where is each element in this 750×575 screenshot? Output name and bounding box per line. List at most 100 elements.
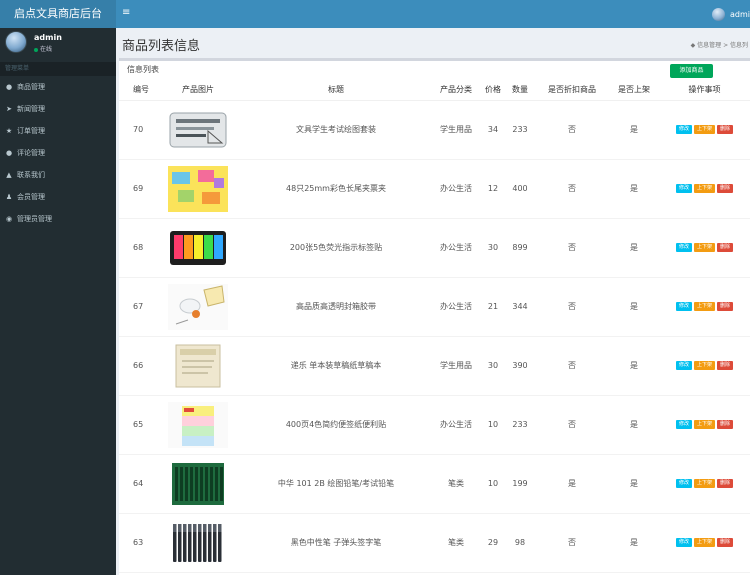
cell-id: 66 (119, 336, 155, 396)
cell-id: 65 (119, 395, 155, 455)
delete-button[interactable]: 删除 (717, 479, 734, 488)
cell-image (155, 395, 241, 455)
toggle-shelf-button[interactable]: 上下架 (693, 184, 715, 193)
cell-qty: 390 (505, 336, 535, 396)
cell-title: 递乐 单本装草稿纸草稿本 (241, 336, 431, 396)
delete-button[interactable]: 删除 (717, 538, 734, 547)
product-thumbnail[interactable] (168, 225, 228, 271)
top-avatar (712, 8, 725, 21)
sidebar-item-label: 管理员管理 (17, 215, 52, 223)
col-header-title: 标题 (241, 80, 431, 101)
table-header-row: 编号 产品图片 标题 产品分类 价格 数量 是否折扣商品 是否上架 操作事项 (119, 80, 750, 101)
table-row: 68 200张5色荧光指示标签贴 办公生活 30 899 否是修改 上下架 删除 (119, 218, 750, 278)
sidebar-item-products[interactable]: ● 商品管理 (0, 76, 116, 98)
sidebar-item-label: 评论管理 (17, 149, 45, 157)
brand-title[interactable]: 启点文具商店后台 (0, 0, 116, 28)
product-thumbnail[interactable] (168, 283, 228, 330)
delete-button[interactable]: 删除 (717, 125, 734, 134)
product-table: 编号 产品图片 标题 产品分类 价格 数量 是否折扣商品 是否上架 操作事项 7… (119, 80, 750, 573)
delete-button[interactable]: 删除 (717, 420, 734, 429)
cell-actions: 修改 上下架 删除 (659, 454, 750, 514)
cell-actions: 修改 上下架 删除 (659, 100, 750, 160)
sidebar-item-comments[interactable]: ● 评论管理 (0, 142, 116, 164)
table-row: 65 400页4色简约便签纸便利贴 办公生活 10 233 否是修改 上下架 删除 (119, 395, 750, 455)
cell-category: 办公生活 (431, 277, 481, 337)
edit-button[interactable]: 修改 (675, 420, 692, 429)
edit-button[interactable]: 修改 (675, 125, 692, 134)
cell-discount: 否 (535, 100, 609, 160)
product-thumbnail[interactable] (168, 519, 228, 566)
cell-discount: 否 (535, 277, 609, 337)
edit-button[interactable]: 修改 (675, 538, 692, 547)
sidebar-item-label: 新闻管理 (17, 105, 45, 113)
toggle-shelf-button[interactable]: 上下架 (693, 479, 715, 488)
delete-button[interactable]: 删除 (717, 184, 734, 193)
cell-image (155, 218, 241, 278)
table-row: 63 黑色中性笔 子弹头签字笔 笔类 29 98 否是修改 上下架 删除 (119, 513, 750, 573)
cell-image (155, 454, 241, 514)
edit-button[interactable]: 修改 (675, 243, 692, 252)
breadcrumb[interactable]: ◆ 信息管理 > 信息列 (691, 40, 748, 49)
cell-title: 中华 101 2B 绘图铅笔/考试铅笔 (241, 454, 431, 514)
cell-qty: 233 (505, 395, 535, 455)
cell-onsale: 是 (609, 513, 659, 573)
cell-image (155, 277, 241, 337)
sidebar-item-news[interactable]: ➤ 新闻管理 (0, 98, 116, 120)
cell-actions: 修改 上下架 删除 (659, 395, 750, 455)
delete-button[interactable]: 删除 (717, 361, 734, 370)
top-user-menu[interactable]: admi (712, 8, 750, 21)
sidebar-item-orders[interactable]: ★ 订单管理 (0, 120, 116, 142)
add-product-button[interactable]: 添加商品 (670, 64, 713, 78)
edit-button[interactable]: 修改 (675, 361, 692, 370)
user-status-text: 在线 (40, 46, 53, 53)
sidebar: 启点文具商店后台 admin 在线 管理菜单 ● 商品管理 ➤ 新闻管理 ★ 订单管理… (0, 0, 116, 575)
sidebar-item-label: 联系我们 (17, 171, 45, 179)
user-panel: admin 在线 (0, 28, 116, 62)
cell-price: 21 (481, 277, 505, 337)
cell-discount: 否 (535, 336, 609, 396)
cell-id: 63 (119, 513, 155, 573)
sidebar-item-admins[interactable]: ◉ 管理员管理 (0, 208, 116, 230)
product-thumbnail[interactable] (168, 401, 228, 448)
product-thumbnail[interactable] (168, 165, 228, 212)
product-thumbnail[interactable] (168, 107, 228, 153)
col-header-price: 价格 (481, 80, 505, 101)
product-thumbnail[interactable] (168, 461, 228, 507)
cell-category: 笔类 (431, 454, 481, 514)
col-header-actions: 操作事项 (659, 80, 750, 101)
cell-category: 办公生活 (431, 218, 481, 278)
cell-discount: 否 (535, 218, 609, 278)
sidebar-item-label: 商品管理 (17, 83, 45, 91)
cell-qty: 899 (505, 218, 535, 278)
sidebar-item-contact[interactable]: ▲ 联系我们 (0, 164, 116, 186)
product-list-box: 信息列表 添加商品 编号 产品图片 标题 产品分类 价格 数量 是否折扣商品 是… (119, 58, 750, 575)
cell-image (155, 513, 241, 573)
comment-icon: ● (5, 149, 13, 157)
table-row: 70 文具学生考试绘图套装 学生用品 34 233 否是修改 上下架 删除 (119, 100, 750, 160)
toggle-shelf-button[interactable]: 上下架 (693, 361, 715, 370)
cell-category: 学生用品 (431, 100, 481, 160)
sidebar-item-members[interactable]: ♟ 会员管理 (0, 186, 116, 208)
cell-price: 12 (481, 159, 505, 219)
edit-button[interactable]: 修改 (675, 184, 692, 193)
cell-price: 34 (481, 100, 505, 160)
sidebar-toggle-icon[interactable]: ≡ (122, 7, 130, 18)
toggle-shelf-button[interactable]: 上下架 (693, 302, 715, 311)
toggle-shelf-button[interactable]: 上下架 (693, 420, 715, 429)
cell-qty: 199 (505, 454, 535, 514)
cell-title: 文具学生考试绘图套装 (241, 100, 431, 160)
toggle-shelf-button[interactable]: 上下架 (693, 243, 715, 252)
toggle-shelf-button[interactable]: 上下架 (693, 125, 715, 134)
cell-discount: 否 (535, 513, 609, 573)
edit-button[interactable]: 修改 (675, 302, 692, 311)
table-row: 69 48只25mm彩色长尾夹票夹 办公生活 12 400 否是修改 上下架 删除 (119, 159, 750, 219)
toggle-shelf-button[interactable]: 上下架 (693, 538, 715, 547)
edit-button[interactable]: 修改 (675, 479, 692, 488)
col-header-image: 产品图片 (155, 80, 241, 101)
delete-button[interactable]: 删除 (717, 243, 734, 252)
table-row: 67 高品质高透明封箱胶带 办公生活 21 344 否是修改 上下架 删除 (119, 277, 750, 337)
cell-price: 29 (481, 513, 505, 573)
product-thumbnail[interactable] (168, 343, 228, 389)
delete-button[interactable]: 删除 (717, 302, 734, 311)
cell-price: 10 (481, 454, 505, 514)
